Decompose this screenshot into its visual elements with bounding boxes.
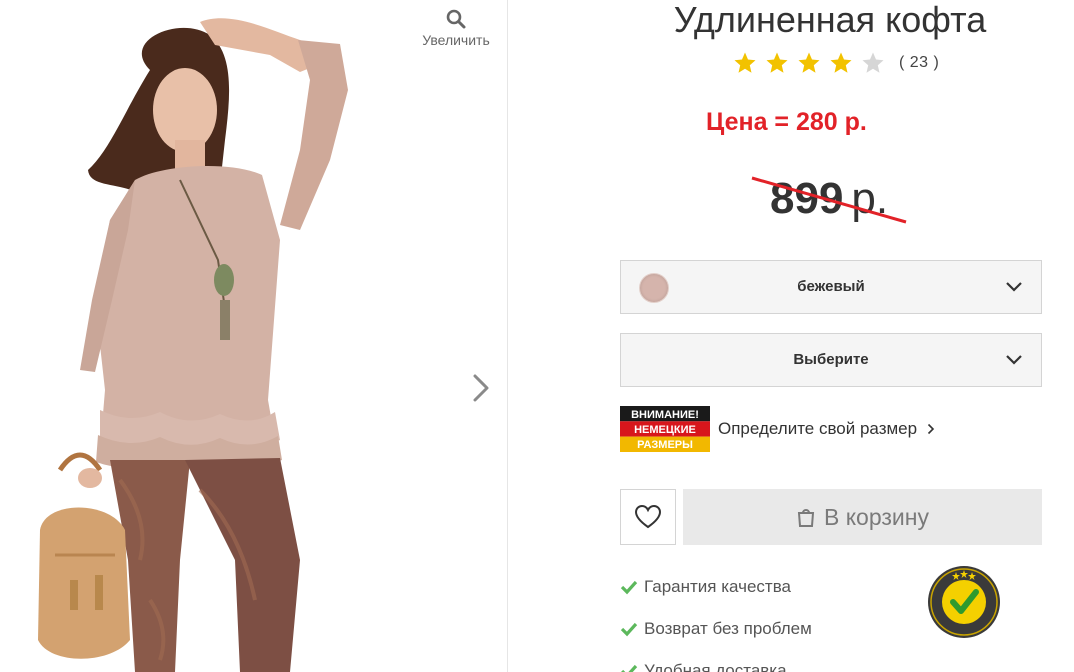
old-price: 899 р. (770, 174, 888, 224)
benefit-label: Удобная доставка (644, 661, 787, 672)
size-guide-text: Определите свой размер (718, 419, 918, 438)
chevron-right-icon (928, 423, 935, 435)
badge-line-1: ВНИМАНИЕ! (631, 409, 699, 421)
size-select[interactable]: Выберите (620, 333, 1042, 387)
chevron-down-icon (1006, 282, 1022, 292)
zoom-button[interactable]: Увеличить (412, 8, 500, 50)
check-icon (621, 664, 638, 672)
shopping-bag-icon (797, 509, 815, 527)
product-gallery: Увеличить (0, 0, 508, 672)
zoom-label: Увеличить (422, 32, 490, 48)
badge-line-2: НЕМЕЦКИЕ (634, 424, 696, 436)
old-price-number: 899 (770, 174, 844, 223)
list-item: Гарантия качества (620, 566, 812, 608)
check-icon (620, 622, 638, 637)
list-item: Возврат без проблем (620, 608, 812, 650)
wishlist-button[interactable] (620, 489, 676, 545)
list-item: Удобная доставка (620, 650, 812, 672)
promo-price: Цена = 280 р. (706, 108, 867, 136)
add-to-cart-button[interactable]: В корзину (683, 489, 1042, 545)
search-icon (446, 9, 466, 29)
color-select-value: бежевый (797, 278, 865, 295)
product-photo[interactable] (0, 0, 508, 672)
benefit-label: Гарантия качества (644, 577, 791, 596)
star-icon (734, 52, 756, 73)
old-price-currency: р. (851, 174, 889, 223)
star-icon (766, 52, 788, 73)
color-select[interactable]: бежевый (620, 260, 1042, 314)
product-title: Удлиненная кофта (673, 0, 987, 40)
heart-icon (634, 504, 662, 529)
badge-line-3: РАЗМЕРЫ (637, 439, 693, 451)
quality-seal-icon (928, 566, 1000, 638)
add-to-cart-label: В корзину (824, 503, 929, 530)
chevron-down-icon (1006, 355, 1022, 365)
benefit-label: Возврат без проблем (644, 619, 812, 638)
german-sizes-badge: ВНИМАНИЕ! НЕМЕЦКИЕ РАЗМЕРЫ (620, 406, 710, 452)
check-icon (620, 580, 638, 595)
rating-stars[interactable]: ( 23 ) (733, 50, 939, 76)
chevron-right-icon[interactable] (466, 368, 496, 408)
star-empty-icon (862, 52, 884, 73)
star-icon (830, 52, 852, 73)
benefits-list: Гарантия качества Возврат без проблем Уд… (620, 566, 812, 672)
size-select-value: Выберите (793, 351, 869, 368)
reviews-count[interactable]: ( 23 ) (899, 54, 939, 72)
size-guide-link[interactable]: ВНИМАНИЕ! НЕМЕЦКИЕ РАЗМЕРЫ Определите св… (620, 406, 935, 452)
star-icon (798, 52, 820, 73)
